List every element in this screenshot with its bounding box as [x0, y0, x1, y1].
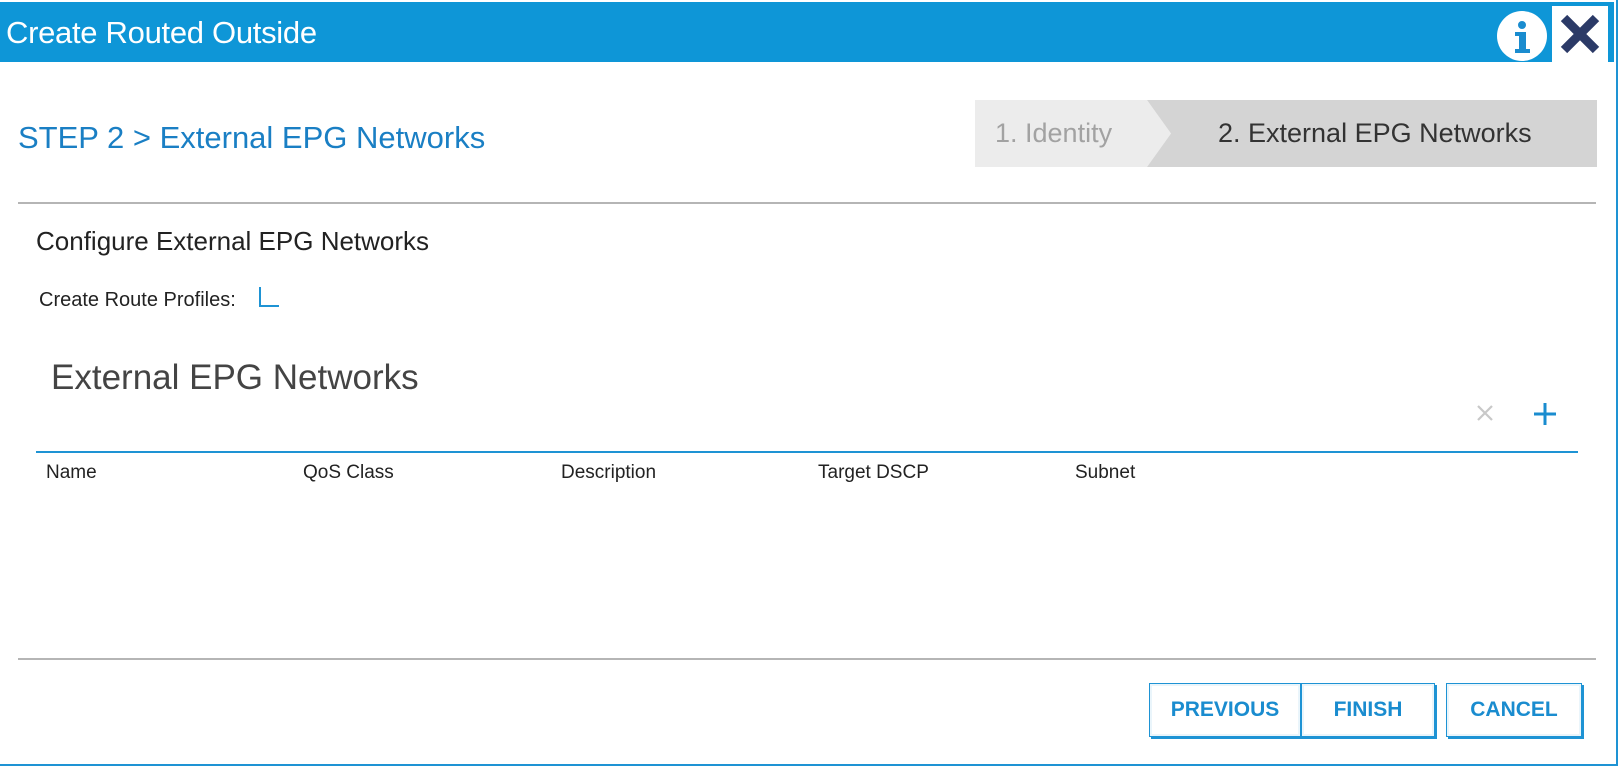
step-title: STEP 2 > External EPG Networks [18, 120, 486, 155]
table-header-rule [36, 451, 1578, 453]
delete-icon[interactable] [1472, 400, 1498, 426]
table-title: External EPG Networks [51, 358, 419, 397]
create-route-profiles-checkbox[interactable] [259, 287, 279, 307]
previous-button[interactable]: PREVIOUS [1149, 683, 1301, 737]
dialog-titlebar: Create Routed Outside [0, 2, 1614, 62]
create-route-profiles-label: Create Route Profiles: [39, 289, 236, 311]
column-header-name[interactable]: Name [46, 462, 97, 484]
cancel-button[interactable]: CANCEL [1446, 683, 1582, 737]
section-title: Configure External EPG Networks [36, 226, 430, 256]
wizard-steps: 1. Identity 2. External EPG Networks [975, 100, 1597, 167]
divider-bottom [18, 658, 1596, 660]
dialog-title: Create Routed Outside [6, 15, 317, 50]
divider-top [18, 202, 1596, 204]
wizard-step-identity[interactable]: 1. Identity [995, 118, 1112, 149]
close-icon[interactable] [1552, 6, 1608, 62]
add-icon[interactable] [1531, 400, 1559, 428]
wizard-step-external-epg[interactable]: 2. External EPG Networks [1218, 118, 1532, 149]
column-header-qos-class[interactable]: QoS Class [303, 462, 394, 484]
info-icon[interactable] [1497, 11, 1547, 61]
create-routed-outside-dialog: Create Routed Outside STEP 2 > External … [0, 0, 1618, 766]
column-header-target-dscp[interactable]: Target DSCP [818, 462, 929, 484]
table-header: Name QoS Class Description Target DSCP S… [36, 462, 1578, 488]
column-header-subnet[interactable]: Subnet [1075, 462, 1135, 484]
column-header-description[interactable]: Description [561, 462, 656, 484]
finish-button[interactable]: FINISH [1301, 683, 1435, 737]
